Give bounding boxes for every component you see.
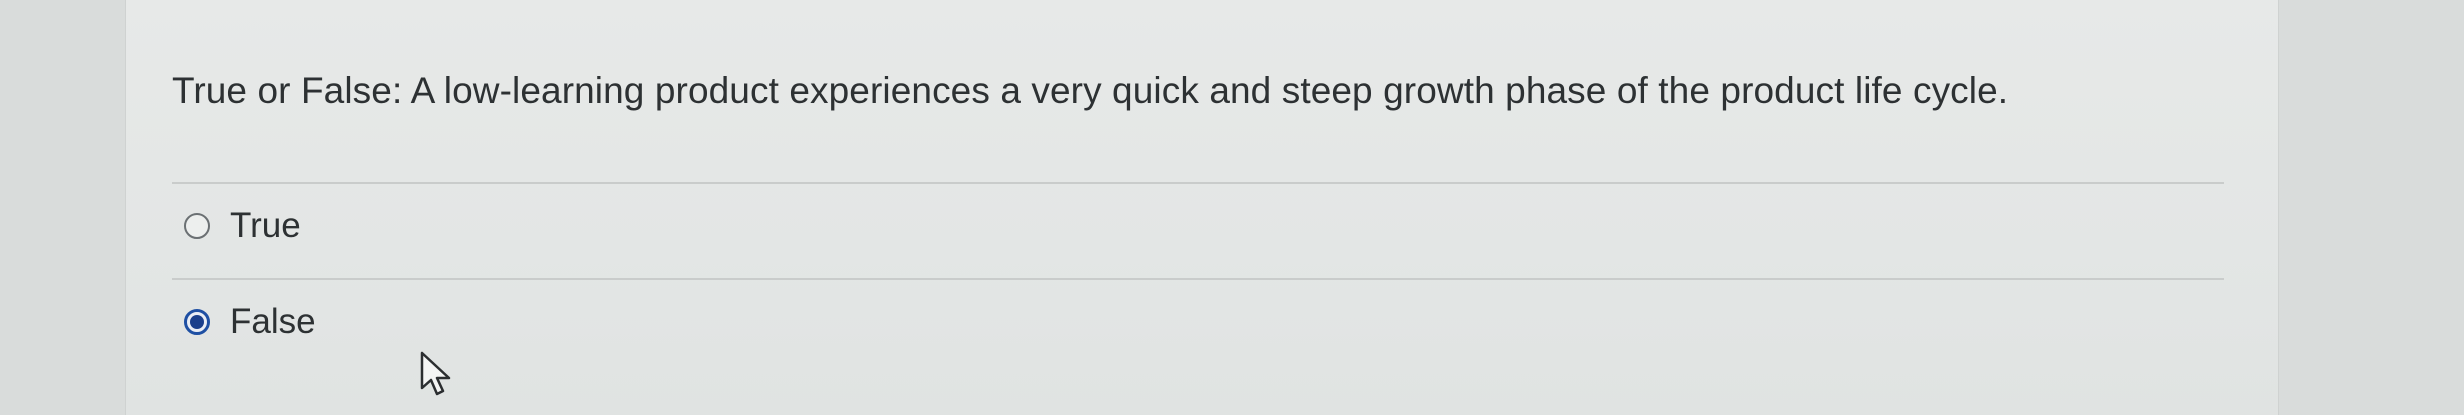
divider (172, 278, 2224, 280)
question-text: True or False: A low-learning product ex… (172, 70, 2009, 111)
mouse-pointer-icon (420, 351, 451, 396)
radio-button-unselected[interactable] (184, 213, 210, 239)
option-label-false: False (230, 302, 316, 341)
divider (172, 182, 2224, 184)
option-true[interactable]: True (184, 206, 301, 246)
option-label-true: True (230, 206, 301, 245)
radio-button-selected[interactable] (184, 309, 210, 335)
option-false[interactable]: False (184, 302, 316, 342)
